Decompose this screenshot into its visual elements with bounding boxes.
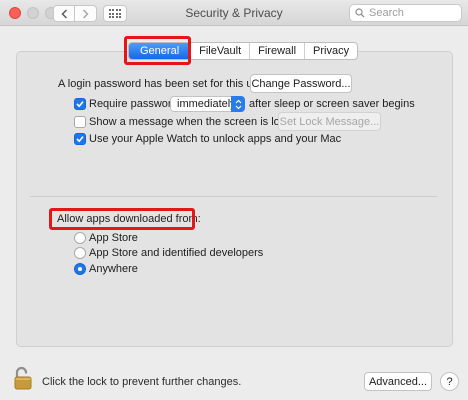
- tab-firewall[interactable]: Firewall: [249, 43, 304, 59]
- search-input[interactable]: [369, 7, 459, 19]
- lock-button[interactable]: [13, 366, 33, 390]
- login-password-text: A login password has been set for this u…: [58, 78, 268, 90]
- search-icon: [355, 8, 365, 18]
- radio-identified-developers-label: App Store and identified developers: [89, 247, 264, 259]
- radio-app-store-label: App Store: [89, 232, 138, 244]
- require-password-delay-select[interactable]: immediately: [170, 96, 245, 112]
- after-sleep-text: after sleep or screen saver begins: [249, 98, 415, 110]
- apple-watch-label: Use your Apple Watch to unlock apps and …: [89, 133, 342, 145]
- select-arrows-icon: [231, 96, 245, 112]
- section-divider: [30, 196, 437, 197]
- checkmark-icon: [76, 101, 84, 108]
- title-bar: Security & Privacy: [0, 0, 468, 26]
- tab-privacy[interactable]: Privacy: [304, 43, 357, 59]
- general-tab-highlight: [124, 36, 191, 65]
- lock-status-text: Click the lock to prevent further change…: [42, 376, 242, 388]
- apple-watch-checkbox[interactable]: [74, 133, 86, 145]
- help-button[interactable]: ?: [440, 372, 459, 391]
- require-password-label: Require password: [89, 98, 178, 110]
- radio-anywhere-label: Anywhere: [89, 263, 138, 275]
- require-password-checkbox[interactable]: [74, 98, 86, 110]
- allow-apps-highlight: [49, 208, 195, 230]
- radio-identified-developers[interactable]: [74, 247, 86, 259]
- set-lock-message-button[interactable]: Set Lock Message...: [278, 112, 381, 131]
- change-password-button[interactable]: Change Password...: [250, 74, 352, 93]
- delay-value: immediately: [177, 98, 236, 110]
- show-message-checkbox[interactable]: [74, 116, 86, 128]
- search-field[interactable]: [349, 4, 462, 22]
- advanced-button[interactable]: Advanced...: [364, 372, 432, 391]
- tab-filevault[interactable]: FileVault: [190, 43, 249, 59]
- radio-app-store[interactable]: [74, 232, 86, 244]
- show-message-label: Show a message when the screen is locked: [89, 116, 304, 128]
- checkmark-icon: [76, 136, 84, 143]
- unlocked-padlock-icon: [14, 366, 32, 390]
- radio-anywhere[interactable]: [74, 263, 86, 275]
